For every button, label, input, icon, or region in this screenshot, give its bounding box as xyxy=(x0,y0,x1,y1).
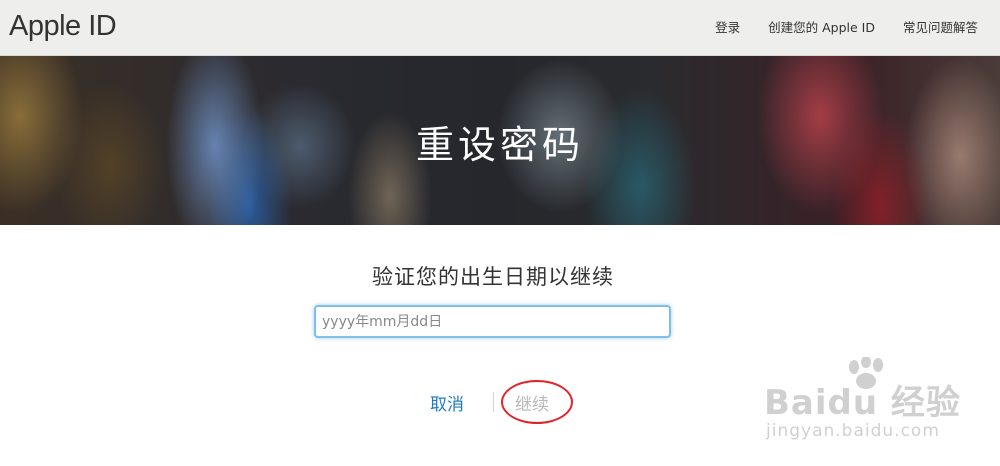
nav-sign-in-link[interactable]: 登录 xyxy=(715,17,740,36)
actions-divider xyxy=(493,392,494,412)
hero-banner: 重设密码 xyxy=(0,56,1000,225)
watermark-url-text: jingyan.baidu.com xyxy=(766,421,940,441)
birthdate-prompt: 验证您的出生日期以继续 xyxy=(372,265,614,289)
page-title: 重设密码 xyxy=(415,123,584,167)
cancel-button[interactable]: 取消 xyxy=(430,390,464,415)
nav-links: 登录 创建您的 Apple ID 常见问题解答 xyxy=(687,17,978,36)
nav-create-apple-id-link[interactable]: 创建您的 Apple ID xyxy=(768,17,875,36)
apple-id-logo[interactable]: Apple ID xyxy=(9,10,117,43)
watermark-main-text: Baidu 经验 xyxy=(764,383,961,423)
birthdate-input[interactable] xyxy=(314,305,671,338)
continue-button[interactable]: 继续 xyxy=(515,390,549,415)
baidu-watermark: Baidu 经验 jingyan.baidu.com xyxy=(764,355,1000,466)
top-navbar: Apple ID 登录 创建您的 Apple ID 常见问题解答 xyxy=(0,0,1000,56)
nav-faq-link[interactable]: 常见问题解答 xyxy=(903,17,978,36)
